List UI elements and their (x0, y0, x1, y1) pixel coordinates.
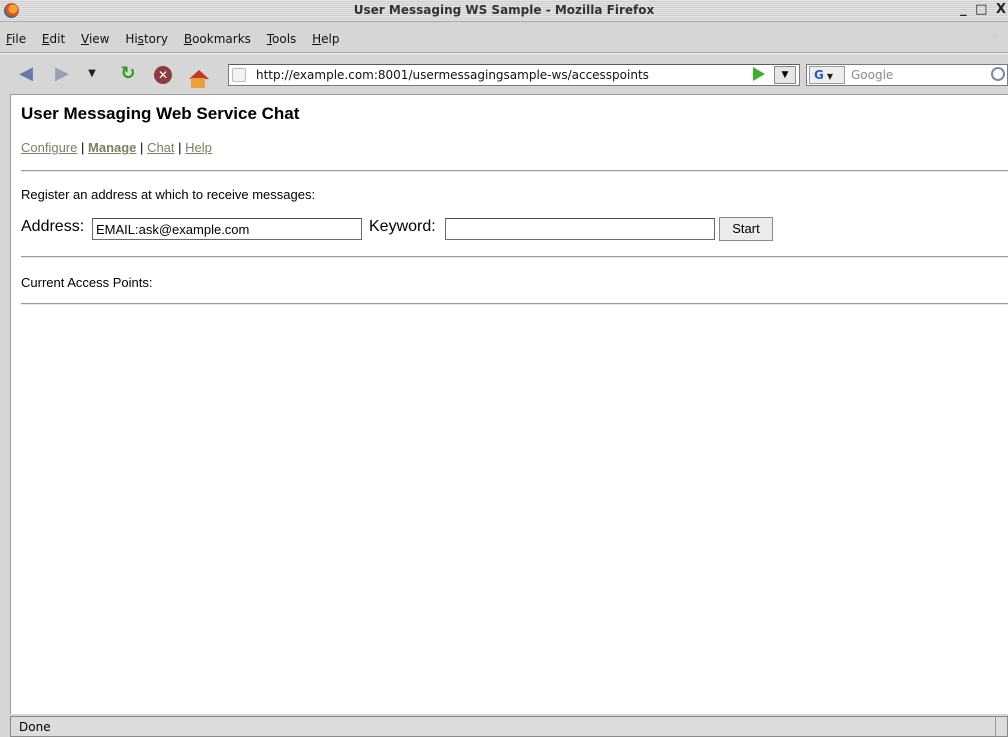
search-box[interactable]: G ▼ Google (806, 64, 1008, 86)
menubar-separator (0, 52, 1008, 54)
page-title: User Messaging Web Service Chat (21, 104, 300, 123)
status-bar: Done (10, 716, 1008, 737)
url-dropdown-icon[interactable]: ▼ (774, 66, 796, 84)
page-nav-links: Configure | Manage | Chat | Help (21, 140, 212, 155)
throbber-icon: ⁘ (990, 32, 999, 43)
window-title: User Messaging WS Sample - Mozilla Firef… (353, 3, 655, 17)
url-text[interactable]: http://example.com:8001/usermessagingsam… (256, 68, 649, 82)
forward-arrow-icon[interactable]: ▶ (50, 63, 74, 85)
register-instructions: Register an address at which to receive … (21, 187, 316, 202)
nav-separator: | (178, 140, 182, 155)
address-label: Address: (21, 218, 85, 235)
menu-file[interactable]: File (6, 28, 26, 50)
back-arrow-icon[interactable]: ◀ (14, 63, 38, 85)
menu-bookmarks[interactable]: Bookmarks (184, 28, 251, 50)
nav-link-help[interactable]: Help (185, 140, 212, 155)
access-points-label: Current Access Points: (21, 275, 153, 290)
nav-separator: | (81, 140, 85, 155)
nav-separator: | (140, 140, 144, 155)
search-icon[interactable] (991, 67, 1005, 81)
divider (21, 256, 1008, 258)
navigation-toolbar: ◀ ▶ ▼ ↻ ✕ http://example.com:8001/userme… (0, 56, 1008, 92)
menu-tools[interactable]: Tools (267, 28, 297, 50)
window-titlebar: User Messaging WS Sample - Mozilla Firef… (0, 0, 1008, 22)
site-identity-icon[interactable] (232, 68, 246, 82)
divider (21, 170, 1008, 172)
menu-view[interactable]: View (81, 28, 109, 50)
nav-link-chat[interactable]: Chat (147, 140, 174, 155)
start-button[interactable]: Start (719, 217, 773, 241)
page-content: User Messaging Web Service Chat Configur… (10, 94, 1008, 714)
resize-grip[interactable] (995, 717, 1007, 736)
menu-bar: File Edit View History Bookmarks Tools H… (0, 28, 1008, 50)
search-placeholder[interactable]: Google (851, 68, 893, 82)
keyword-label: Keyword: (369, 218, 436, 235)
keyword-input[interactable] (445, 218, 715, 240)
nav-link-configure[interactable]: Configure (21, 140, 77, 155)
address-input[interactable] (92, 218, 362, 240)
reload-icon[interactable]: ↻ (116, 63, 140, 85)
url-bar[interactable]: http://example.com:8001/usermessagingsam… (228, 64, 800, 86)
history-dropdown-icon[interactable]: ▼ (86, 63, 98, 85)
menu-history[interactable]: History (125, 28, 168, 50)
search-engine-selector[interactable]: G ▼ (809, 66, 845, 84)
menu-help[interactable]: Help (312, 28, 339, 50)
window-controls[interactable]: _ □ X (960, 2, 1008, 17)
divider (21, 303, 1008, 305)
menu-edit[interactable]: Edit (42, 28, 65, 50)
stop-icon[interactable]: ✕ (151, 63, 175, 85)
nav-link-manage[interactable]: Manage (88, 140, 136, 155)
google-icon: G (814, 68, 824, 82)
status-text: Done (19, 720, 51, 734)
go-arrow-icon[interactable] (753, 67, 765, 81)
home-icon-body (191, 78, 205, 88)
